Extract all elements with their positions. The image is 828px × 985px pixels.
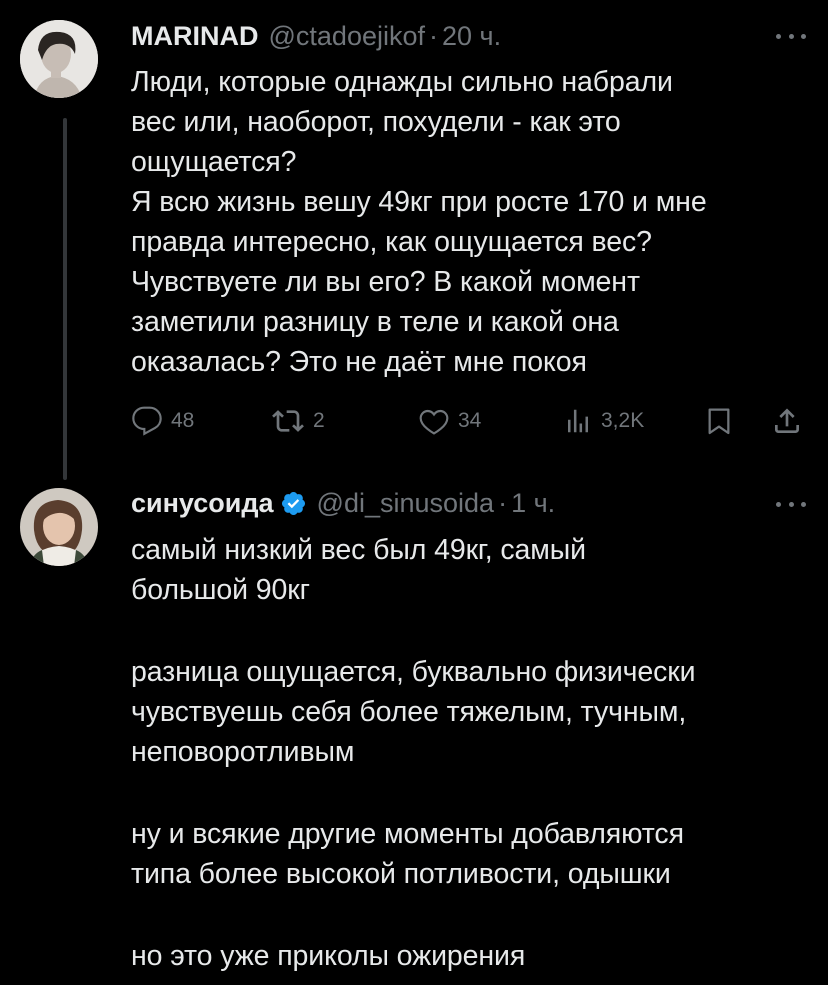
views-icon bbox=[563, 405, 593, 437]
avatar-sinusoida[interactable] bbox=[20, 488, 98, 566]
avatar-marinad[interactable] bbox=[20, 20, 98, 98]
tweet-line: типа более высокой потливости, одышки bbox=[131, 858, 671, 890]
tweet-line bbox=[131, 610, 811, 652]
verified-icon[interactable] bbox=[280, 490, 307, 517]
timestamp[interactable]: 1 ч. bbox=[511, 488, 555, 519]
action-bar: 48 2 34 3,2K bbox=[131, 396, 811, 446]
bookmark-icon bbox=[703, 405, 735, 437]
tweet-reply[interactable]: синусоида @di_sinusoida · 1 ч. самый низ… bbox=[0, 470, 828, 985]
tweet-line: неповоротливым bbox=[131, 736, 355, 768]
tweet-line bbox=[131, 894, 811, 936]
display-name[interactable]: MARINAD bbox=[131, 21, 259, 52]
tweet-line: самый низкий вес был 49кг, самый bbox=[131, 534, 586, 566]
reply-button[interactable]: 48 bbox=[131, 396, 194, 446]
more-icon[interactable] bbox=[776, 499, 806, 509]
tweet-line: разница ощущается, буквально физически bbox=[131, 656, 696, 688]
separator-dot: · bbox=[498, 487, 508, 518]
like-count: 34 bbox=[458, 409, 482, 432]
tweet-line: ощущается? bbox=[131, 146, 297, 178]
more-icon[interactable] bbox=[776, 31, 806, 41]
tweet-line: заметили разницу в теле и какой она bbox=[131, 306, 619, 338]
tweet-text: самый низкий вес был 49кг, самый большой… bbox=[131, 530, 811, 976]
views-count: 3,2K bbox=[601, 409, 645, 432]
tweet-line: Люди, которые однажды сильно набрали bbox=[131, 66, 673, 98]
share-button[interactable] bbox=[771, 396, 803, 446]
tweet-line: Я всю жизнь вешу 49кг при росте 170 и мн… bbox=[131, 186, 707, 218]
thread-line bbox=[63, 118, 67, 480]
tweet-header: синусоида @di_sinusoida · 1 ч. bbox=[131, 483, 555, 523]
display-name[interactable]: синусоида bbox=[131, 488, 274, 519]
user-handle[interactable]: @ctadoejikof bbox=[269, 21, 426, 52]
retweet-count: 2 bbox=[313, 409, 325, 432]
tweet-line: Чувствуете ли вы его? В какой момент bbox=[131, 266, 640, 298]
tweet-line: оказалась? Это не даёт мне покоя bbox=[131, 346, 587, 378]
separator-dot: · bbox=[429, 20, 438, 51]
like-button[interactable]: 34 bbox=[418, 396, 481, 446]
tweet-header: MARINAD @ctadoejikof · 20 ч. bbox=[131, 16, 501, 56]
user-handle[interactable]: @di_sinusoida bbox=[317, 488, 495, 519]
tweet-line: правда интересно, как ощущается вес? bbox=[131, 226, 652, 258]
share-icon bbox=[771, 405, 803, 437]
tweet-line: но это уже приколы ожирения bbox=[131, 940, 526, 972]
reply-icon bbox=[131, 405, 163, 437]
views-button[interactable]: 3,2K bbox=[563, 396, 644, 446]
tweet-line: ну и всякие другие моменты добавляются bbox=[131, 818, 684, 850]
like-icon bbox=[418, 405, 450, 437]
tweet-line: вес или, наоборот, похудели - как это bbox=[131, 106, 621, 138]
tweet-original[interactable]: MARINAD @ctadoejikof · 20 ч. Люди, котор… bbox=[0, 0, 828, 480]
retweet-icon bbox=[271, 405, 305, 437]
tweet-line bbox=[131, 772, 811, 814]
tweet-text: Люди, которые однажды сильно набрали вес… bbox=[131, 62, 811, 382]
reply-count: 48 bbox=[171, 409, 195, 432]
tweet-line: чувствуешь себя более тяжелым, тучным, bbox=[131, 696, 687, 728]
timestamp[interactable]: 20 ч. bbox=[442, 21, 501, 52]
retweet-button[interactable]: 2 bbox=[271, 396, 325, 446]
bookmark-button[interactable] bbox=[703, 396, 735, 446]
tweet-line: большой 90кг bbox=[131, 574, 310, 606]
